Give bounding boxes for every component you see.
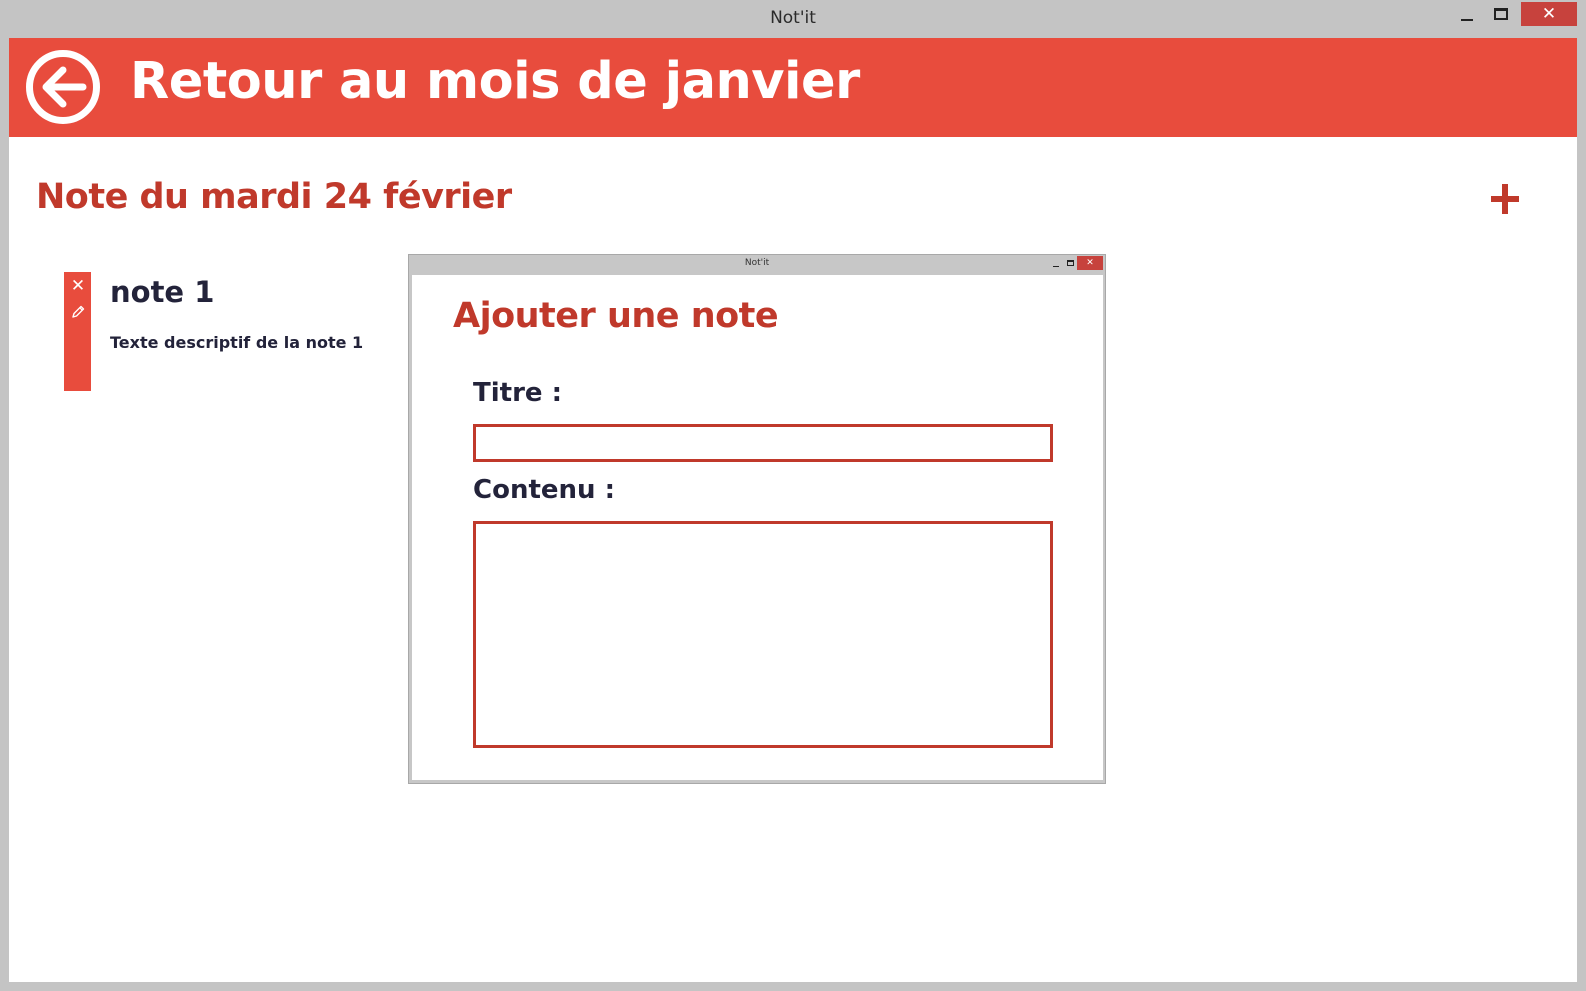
maximize-button[interactable] — [1486, 2, 1516, 26]
close-button[interactable]: ✕ — [1521, 2, 1577, 26]
window-title: Not'it — [770, 8, 816, 28]
maximize-icon — [1066, 260, 1074, 266]
minimize-button[interactable] — [1452, 2, 1482, 26]
content-textarea[interactable] — [473, 521, 1053, 748]
title-label: Titre : — [473, 378, 562, 408]
add-note-dialog: Not'it ✕ Ajouter une note Titre : Conten… — [408, 254, 1106, 784]
maximize-icon — [1494, 8, 1508, 20]
window-titlebar[interactable]: Not'it ✕ — [0, 0, 1586, 38]
content-label: Contenu : — [473, 475, 615, 505]
dialog-heading: Ajouter une note — [453, 296, 779, 336]
plus-icon-vertical — [1502, 184, 1508, 214]
back-arrow-icon — [42, 66, 87, 108]
note-title: note 1 — [110, 275, 215, 309]
close-icon: ✕ — [1086, 258, 1094, 268]
dialog-maximize-button[interactable] — [1064, 256, 1076, 270]
note-card[interactable]: ✕ note 1 Texte descriptif de la note 1 — [64, 272, 424, 392]
title-input[interactable] — [473, 424, 1053, 462]
note-description: Texte descriptif de la note 1 — [110, 333, 364, 352]
pencil-icon[interactable] — [70, 304, 86, 320]
app-header: Retour au mois de janvier — [9, 38, 1577, 137]
dialog-close-button[interactable]: ✕ — [1077, 256, 1103, 270]
dialog-content: Ajouter une note Titre : Contenu : — [412, 275, 1103, 780]
dialog-titlebar[interactable]: Not'it ✕ — [409, 255, 1105, 274]
dialog-minimize-button[interactable] — [1050, 256, 1062, 270]
back-button[interactable] — [26, 50, 100, 124]
main-window: Not'it ✕ Retour au mois de janvier Note … — [0, 0, 1586, 991]
add-note-button[interactable] — [1491, 184, 1521, 214]
delete-note-button[interactable]: ✕ — [68, 276, 88, 296]
header-title: Retour au mois de janvier — [130, 52, 860, 111]
dialog-window-title: Not'it — [744, 258, 770, 268]
page-title: Note du mardi 24 février — [36, 177, 512, 217]
minimize-icon — [1053, 265, 1059, 267]
minimize-icon — [1461, 19, 1473, 21]
note-actions-bar: ✕ — [64, 272, 91, 391]
close-icon: ✕ — [1541, 4, 1557, 24]
